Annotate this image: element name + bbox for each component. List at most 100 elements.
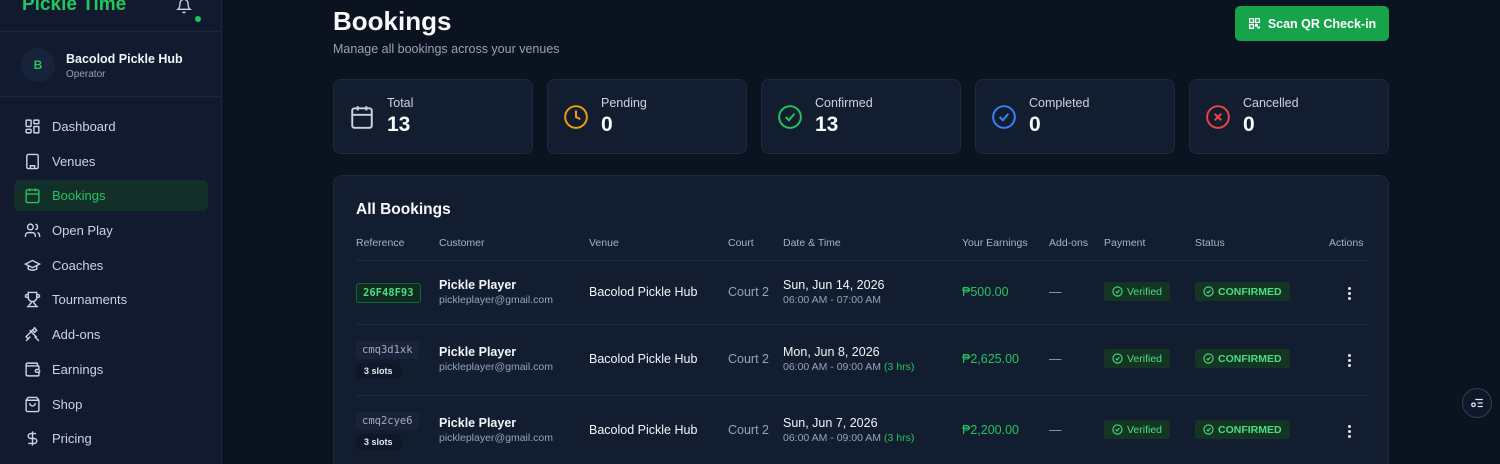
date-time-cell: Sun, Jun 7, 2026 06:00 AM - 09:00 AM (3 … — [783, 416, 914, 444]
sidebar-item-bookings[interactable]: Bookings — [14, 180, 208, 212]
avatar: B — [21, 48, 55, 82]
customer-email: pickleplayer@gmail.com — [439, 361, 553, 373]
customer-cell: Pickle Player pickleplayer@gmail.com — [439, 416, 553, 444]
reference-badge[interactable]: cmq3d1xk — [356, 341, 419, 359]
sidebar-item-dashboard[interactable]: Dashboard — [14, 111, 208, 142]
check-circle-icon — [1112, 353, 1123, 364]
column-header-actions: Actions — [1329, 237, 1364, 249]
check-circle-icon — [1203, 353, 1214, 364]
stat-value: 0 — [601, 113, 613, 136]
trophy-icon — [24, 292, 41, 308]
page-subtitle: Manage all bookings across your venues — [333, 42, 560, 56]
earnings-cell: ₱2,200.00 — [962, 423, 1019, 437]
sidebar-item-label: Dashboard — [52, 119, 116, 134]
column-header-venue: Venue — [589, 237, 619, 249]
check-circle-icon — [1112, 424, 1123, 435]
users-icon — [24, 223, 41, 237]
stat-card-pending: Pending 0 — [547, 79, 747, 154]
column-header-earnings: Your Earnings — [962, 237, 1028, 249]
customer-email: pickleplayer@gmail.com — [439, 432, 553, 444]
sidebar-item-label: Shop — [52, 396, 83, 412]
customer-name: Pickle Player — [439, 345, 517, 359]
sidebar-item-earnings[interactable]: Earnings — [14, 354, 208, 385]
stat-value: 0 — [1029, 113, 1041, 136]
dashboard-icon — [25, 119, 40, 134]
status-badge: CONFIRMED — [1195, 282, 1290, 301]
sidebar-item-add-ons[interactable]: Add-ons — [14, 319, 208, 350]
sidebar-item-tournaments[interactable]: Tournaments — [14, 284, 208, 315]
divider — [356, 324, 1368, 325]
reference-badge[interactable]: 26F48F93 — [356, 283, 421, 303]
sidebar-item-label: Add-ons — [52, 327, 101, 343]
venue-cell: Bacolod Pickle Hub — [589, 285, 698, 299]
stat-label: Pending — [601, 96, 647, 110]
sidebar-item-label: Venues — [52, 153, 96, 169]
check-circle-icon — [778, 105, 802, 129]
stat-card-confirmed: Confirmed 13 — [761, 79, 961, 154]
stat-label: Total — [387, 96, 414, 110]
bookings-panel: All Bookings Reference Customer Venue Co… — [333, 175, 1389, 464]
more-actions-icon[interactable] — [1346, 354, 1352, 368]
court-cell: Court 2 — [728, 423, 769, 437]
court-cell: Court 2 — [728, 352, 769, 366]
stat-value: 13 — [387, 113, 411, 136]
sidebar-item-label: Earnings — [52, 361, 104, 377]
divider — [356, 260, 1368, 261]
check-circle-icon — [1203, 286, 1214, 297]
check-circle-icon — [1203, 424, 1214, 435]
sidebar-item-label: Coaches — [52, 257, 104, 273]
customer-email: pickleplayer@gmail.com — [439, 294, 553, 306]
column-header-customer: Customer — [439, 237, 485, 249]
user-card[interactable]: B Bacolod Pickle Hub Operator — [0, 31, 221, 97]
booking-time: 06:00 AM - 09:00 AM (3 hrs) — [783, 432, 915, 444]
wallet-icon — [25, 362, 41, 377]
bell-icon[interactable] — [176, 0, 192, 14]
sidebar-item-coaches[interactable]: Coaches — [14, 250, 208, 281]
slots-badge: 3 slots — [356, 434, 401, 450]
sidebar-item-venues[interactable]: Venues — [14, 146, 208, 177]
booking-date: Sun, Jun 7, 2026 — [783, 416, 878, 430]
booking-date: Mon, Jun 8, 2026 — [783, 345, 880, 359]
sidebar-item-label: Bookings — [52, 188, 106, 204]
earnings-cell: ₱500.00 — [962, 285, 1009, 299]
stat-value: 0 — [1243, 113, 1255, 136]
customer-cell: Pickle Player pickleplayer@gmail.com — [439, 345, 553, 373]
sidebar-item-label: Open Play — [52, 223, 113, 239]
clock-icon — [564, 105, 588, 129]
brand-logo[interactable]: Pickle Time — [22, 0, 126, 16]
date-time-cell: Sun, Jun 14, 2026 06:00 AM - 07:00 AM — [783, 278, 884, 306]
booking-time: 06:00 AM - 07:00 AM — [783, 294, 882, 306]
payment-badge: Verified — [1104, 420, 1171, 439]
stat-card-completed: Completed 0 — [975, 79, 1175, 154]
customer-cell: Pickle Player pickleplayer@gmail.com — [439, 278, 553, 306]
sidebar-item-open-play[interactable]: Open Play — [14, 215, 208, 246]
stat-value: 13 — [815, 113, 839, 136]
graduation-cap-icon — [24, 259, 41, 271]
settings-list-icon — [1471, 398, 1483, 408]
qr-code-icon — [1248, 17, 1260, 30]
sidebar-item-label: Tournaments — [52, 292, 128, 308]
reference-badge[interactable]: cmq2cye6 — [356, 412, 419, 430]
stat-label: Confirmed — [815, 96, 873, 110]
more-actions-icon[interactable] — [1346, 287, 1352, 301]
floating-settings-button[interactable] — [1462, 388, 1492, 418]
scan-qr-button[interactable]: Scan QR Check-in — [1235, 6, 1389, 41]
sidebar-item-label: Pricing — [52, 431, 92, 447]
duration-label: (3 hrs) — [883, 361, 915, 373]
add-ons-cell: — — [1049, 285, 1062, 299]
earnings-cell: ₱2,625.00 — [962, 352, 1019, 366]
building-icon — [26, 153, 39, 169]
x-circle-icon — [1206, 105, 1230, 129]
panel-title: All Bookings — [356, 201, 451, 218]
more-actions-icon[interactable] — [1346, 425, 1352, 439]
utensils-icon — [25, 327, 40, 342]
stat-card-cancelled: Cancelled 0 — [1189, 79, 1389, 154]
payment-badge: Verified — [1104, 282, 1171, 301]
column-header-reference: Reference — [356, 237, 405, 249]
dollar-icon — [27, 431, 38, 446]
payment-badge: Verified — [1104, 349, 1171, 368]
stat-card-total: Total 13 — [333, 79, 533, 154]
sidebar-item-shop[interactable]: Shop — [14, 389, 208, 420]
sidebar-item-pricing[interactable]: Pricing — [14, 423, 208, 454]
duration-label: (3 hrs) — [883, 432, 915, 444]
